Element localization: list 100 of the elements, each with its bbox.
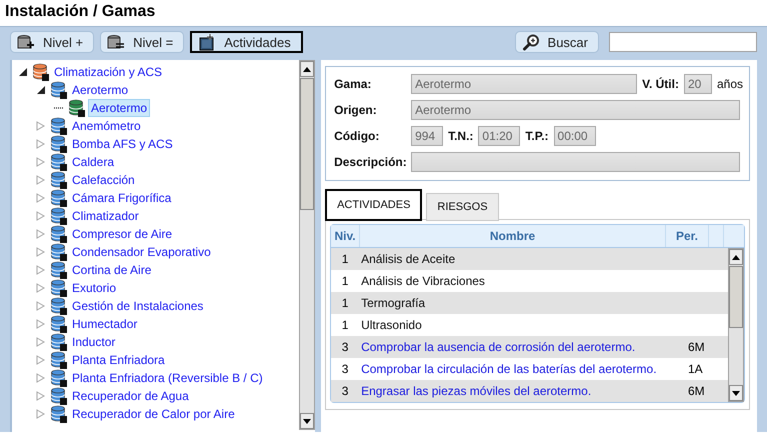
- tree-item[interactable]: Planta Enfriadora (Reversible B / C): [70, 370, 265, 386]
- input-field[interactable]: 20: [684, 74, 712, 94]
- expand-arrow-icon[interactable]: [36, 319, 46, 329]
- tree-item[interactable]: Exutorio: [70, 280, 118, 296]
- database-icon: [50, 351, 68, 369]
- up-arrow-icon: [303, 66, 312, 72]
- input-field[interactable]: 994: [411, 126, 444, 146]
- database-icon: [50, 315, 68, 333]
- search-button[interactable]: Buscar: [514, 31, 599, 53]
- tree-item[interactable]: Gestión de Instalaciones: [70, 298, 206, 314]
- expand-arrow-icon[interactable]: [36, 193, 46, 203]
- database-icon: [50, 171, 68, 189]
- expand-arrow-icon[interactable]: [36, 229, 46, 239]
- expand-arrow-icon[interactable]: [36, 139, 46, 149]
- table-cell-text: Análisis de Vibraciones: [360, 274, 486, 288]
- window-plus-icon: [198, 34, 216, 50]
- tree-item[interactable]: Compresor de Aire: [70, 226, 174, 242]
- database-icon: [50, 333, 68, 351]
- toolbar-button[interactable]: Actividades: [190, 31, 303, 53]
- tree-item[interactable]: Bomba AFS y ACS: [70, 136, 175, 152]
- database-equals-icon: [107, 34, 126, 50]
- tree-item[interactable]: Climatización y ACS: [52, 64, 164, 80]
- table-cell-text: 1: [340, 318, 350, 332]
- table-cell-text: 1: [340, 252, 350, 266]
- tree-item[interactable]: Anemómetro: [70, 118, 143, 134]
- tree-item[interactable]: Aerotermo: [88, 99, 150, 117]
- expand-arrow-icon[interactable]: [36, 355, 46, 365]
- collapse-arrow-icon[interactable]: [18, 67, 28, 77]
- table-cell-text: Análisis de Aceite: [360, 252, 456, 266]
- toolbar-button[interactable]: Nivel =: [100, 31, 184, 53]
- table-row[interactable]: 1 Análisis de Vibraciones: [331, 270, 728, 292]
- tree-item[interactable]: Cortina de Aire: [70, 262, 154, 278]
- tree-item[interactable]: Aerotermo: [70, 82, 130, 98]
- input-field[interactable]: 01:20: [478, 126, 520, 146]
- database-icon: [50, 243, 68, 261]
- expand-arrow-icon[interactable]: [36, 301, 46, 311]
- expand-arrow-icon[interactable]: [36, 121, 46, 131]
- table-row[interactable]: 1 Análisis de Aceite: [331, 248, 728, 270]
- expand-arrow-icon[interactable]: [36, 409, 46, 419]
- column-header[interactable]: Nombre: [360, 225, 666, 247]
- field-label: Código:: [334, 128, 380, 142]
- table-cell-text: 3: [340, 384, 350, 398]
- tree-item[interactable]: Humectador: [70, 316, 140, 332]
- table-row[interactable]: 3 Engrasar las piezas móviles del aerotermo. 6M: [331, 380, 728, 402]
- expand-arrow-icon[interactable]: [36, 265, 46, 275]
- expand-arrow-icon[interactable]: [36, 373, 46, 383]
- collapse-arrow-icon[interactable]: [36, 85, 46, 95]
- input-field[interactable]: Aerotermo: [411, 100, 740, 120]
- database-icon: [50, 207, 68, 225]
- tree-item[interactable]: Inductor: [70, 334, 118, 350]
- tree-item[interactable]: Condensador Evaporativo: [70, 244, 213, 260]
- tree-item[interactable]: Climatizador: [70, 208, 141, 224]
- table-row[interactable]: 1 Termografía: [331, 292, 728, 314]
- database-icon: [50, 81, 68, 99]
- database-icon: [50, 225, 68, 243]
- search-field[interactable]: [609, 32, 757, 52]
- search-icon: [522, 34, 540, 50]
- column-header[interactable]: Per.: [666, 225, 709, 247]
- column-header[interactable]: Niv.: [331, 225, 360, 247]
- scrollbar[interactable]: [299, 60, 316, 430]
- expand-arrow-icon[interactable]: [36, 175, 46, 185]
- tree-item[interactable]: Calefacción: [70, 172, 137, 188]
- expand-arrow-icon[interactable]: [36, 157, 46, 167]
- database-icon: [50, 387, 68, 405]
- input-field[interactable]: 00:00: [554, 126, 596, 146]
- field-label: V. Útil:: [642, 76, 679, 90]
- database-icon: [50, 261, 68, 279]
- scrollbar[interactable]: [728, 248, 744, 402]
- database-icon: [50, 405, 68, 423]
- toolbar-button[interactable]: Nivel +: [10, 31, 94, 53]
- database-icon: [50, 279, 68, 297]
- database-icon: [50, 117, 68, 135]
- tree-item[interactable]: Recuperador de Agua: [70, 388, 191, 404]
- database-icon: [50, 369, 68, 387]
- tab[interactable]: ACTIVIDADES: [325, 189, 422, 221]
- expand-arrow-icon[interactable]: [36, 211, 46, 221]
- expand-arrow-icon[interactable]: [36, 247, 46, 257]
- table-cell-text: 3: [340, 340, 350, 354]
- table-cell-text: 6M: [687, 340, 706, 354]
- tab[interactable]: RIESGOS: [426, 193, 499, 221]
- table-cell-text: Termografía: [360, 296, 426, 310]
- expand-arrow-icon[interactable]: [36, 283, 46, 293]
- page-title: Instalación / Gamas: [4, 2, 156, 22]
- tree-item[interactable]: Cámara Frigorífica: [70, 190, 174, 206]
- tree-item[interactable]: Caldera: [70, 154, 116, 170]
- table-row[interactable]: 1 Ultrasonido: [331, 314, 728, 336]
- tree-item[interactable]: Planta Enfriadora: [70, 352, 167, 368]
- input-field[interactable]: Aerotermo: [411, 74, 638, 94]
- field-label: Descripción:: [334, 154, 406, 168]
- table-cell-text: Ultrasonido: [360, 318, 423, 332]
- table-row[interactable]: 3 Comprobar la ausencia de corrosión del aerotermo. 6M: [331, 336, 728, 358]
- database-icon: [50, 135, 68, 153]
- table-row[interactable]: 3 Comprobar la circulación de las baterías del aerotermo. 1A: [331, 358, 728, 380]
- input-field[interactable]: [411, 152, 740, 172]
- down-arrow-icon: [303, 418, 312, 424]
- expand-arrow-icon[interactable]: [36, 337, 46, 347]
- database-icon: [50, 189, 68, 207]
- expand-arrow-icon[interactable]: [36, 391, 46, 401]
- tree-item[interactable]: Recuperador de Calor por Aire: [70, 406, 237, 422]
- database-plus-icon: [17, 34, 35, 50]
